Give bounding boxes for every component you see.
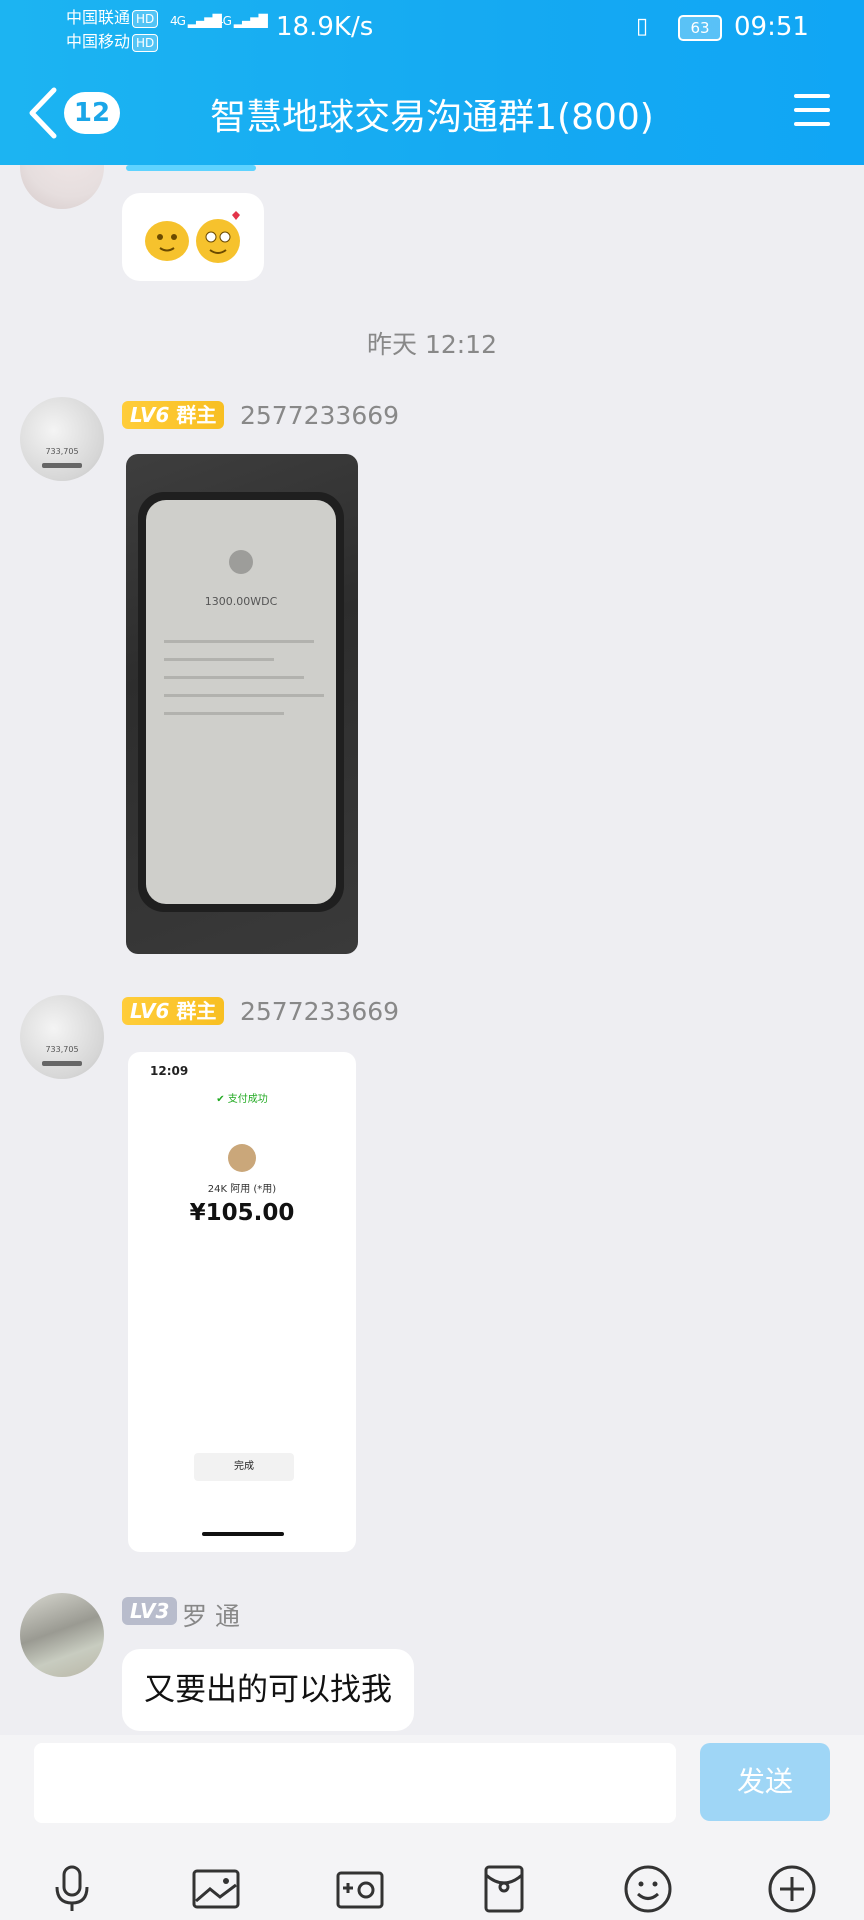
transfer-amount: 1300.00WDC — [204, 595, 278, 608]
signal-icon: 4G ▂▄▆█ — [170, 14, 222, 28]
hd-badge: HD — [132, 10, 159, 28]
avatar[interactable] — [20, 165, 104, 209]
image-message[interactable]: 12:09 ✔ 支付成功 24K 阿用 (*用) ¥105.00 完成 — [128, 1052, 356, 1552]
message-timestamp: 昨天 12:12 — [367, 330, 497, 359]
payee-name: 24K 阿用 (*用) — [207, 1184, 277, 1195]
menu-icon[interactable] — [794, 94, 830, 130]
sender-name[interactable]: 2577233669 — [240, 401, 399, 430]
member-level-badge: LV3 — [122, 1597, 178, 1625]
microphone-icon[interactable] — [46, 1863, 98, 1915]
chat-area[interactable]: 昨天 12:12 733,705 LV6 群主 2577233669 1300.… — [0, 165, 864, 1735]
payee-avatar — [228, 1144, 256, 1172]
signal-icon: 4G ▂▄▆█ — [216, 14, 268, 28]
emoji-sticker-icon — [145, 211, 240, 263]
image-message[interactable]: 1300.00WDC — [126, 454, 358, 954]
network-speed: 18.9K/s — [276, 12, 374, 42]
carrier-1: 中国联通 — [66, 8, 131, 27]
clock: 09:51 — [734, 12, 809, 42]
member-level-badge: LV6 群主 — [122, 401, 225, 429]
avatar[interactable]: 733,705 — [20, 397, 104, 481]
sender-name[interactable]: 罗 通 — [182, 1597, 240, 1633]
status-bar: 中国联通 HD 中国移动 HD 4G ▂▄▆█ 4G ▂▄▆█ 18.9K/s ▯ … — [0, 0, 864, 58]
page-title: 智慧地球交易沟通群1(800) — [210, 97, 654, 138]
avatar-caption: 733,705 — [45, 447, 79, 456]
payment-amount: ¥105.00 — [189, 1200, 295, 1226]
battery-level: 63 — [678, 15, 722, 41]
carrier-2: 中国移动 — [66, 32, 131, 51]
screenshot-time: 12:09 — [150, 1064, 189, 1078]
hd-badge: HD — [132, 34, 159, 52]
nav-bar: 12 智慧地球交易沟通群1(800) — [0, 62, 864, 162]
sticker-message[interactable] — [122, 193, 264, 281]
sender-name[interactable]: 2577233669 — [240, 997, 399, 1026]
avatar-caption: 733,705 — [45, 1045, 79, 1054]
payment-status: ✔ 支付成功 — [216, 1094, 268, 1105]
vibrate-icon: ▯ — [636, 14, 649, 39]
image-icon[interactable] — [190, 1863, 242, 1915]
carrier-info: 中国联通 HD 中国移动 HD — [66, 6, 159, 54]
back-icon[interactable] — [24, 86, 64, 140]
avatar-placeholder — [229, 550, 253, 574]
avatar[interactable]: 733,705 — [20, 995, 104, 1079]
home-indicator — [202, 1532, 284, 1536]
done-button: 完成 — [194, 1453, 294, 1481]
name-tag-fragment — [126, 165, 256, 171]
text-message[interactable]: 又要出的可以找我 — [122, 1649, 414, 1731]
plus-icon[interactable] — [766, 1863, 818, 1915]
send-button[interactable]: 发送 — [700, 1743, 830, 1821]
member-level-badge: LV6 群主 — [122, 997, 225, 1025]
message-input[interactable] — [34, 1743, 676, 1823]
camera-icon[interactable] — [334, 1863, 386, 1915]
unread-count-badge[interactable]: 12 — [64, 92, 120, 134]
phone-photo: 1300.00WDC — [138, 492, 344, 912]
avatar[interactable] — [20, 1593, 104, 1677]
input-bar: 发送 — [0, 1735, 864, 1920]
emoji-icon[interactable] — [622, 1863, 674, 1915]
red-packet-icon[interactable] — [478, 1863, 530, 1915]
header: 中国联通 HD 中国移动 HD 4G ▂▄▆█ 4G ▂▄▆█ 18.9K/s ▯ … — [0, 0, 864, 165]
